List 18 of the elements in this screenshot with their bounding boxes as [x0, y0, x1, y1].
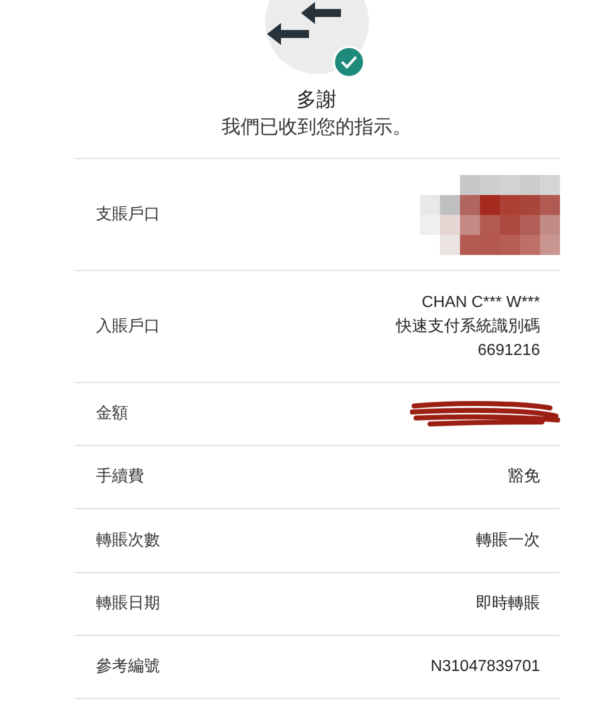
field-value: 快速支付系統識別碼 — [396, 316, 540, 336]
confirmation-message: 我們已收到您的指示。 — [222, 116, 412, 140]
field-label: 入賬戶口 — [96, 316, 160, 336]
field-value: N31047839701 — [430, 657, 540, 677]
field-value: CHAN C*** W*** — [422, 292, 540, 312]
field-value: 豁免 — [508, 466, 540, 487]
field-label: 轉賬日期 — [96, 594, 160, 614]
field-label: 手續費 — [96, 466, 144, 487]
field-value: 6691216 — [478, 340, 540, 360]
field-label: 金額 — [96, 404, 128, 424]
field-value: 即時轉賬 — [476, 594, 540, 614]
field-value: 轉賬一次 — [476, 530, 540, 550]
field-label: 支賬戶口 — [96, 204, 160, 224]
thank-you-title: 多謝 — [296, 88, 336, 113]
field-label: 參考編號 — [96, 656, 160, 677]
transfer-arrows-icon — [264, 0, 368, 74]
check-badge-icon — [332, 46, 364, 78]
field-label: 轉賬次數 — [96, 530, 160, 550]
